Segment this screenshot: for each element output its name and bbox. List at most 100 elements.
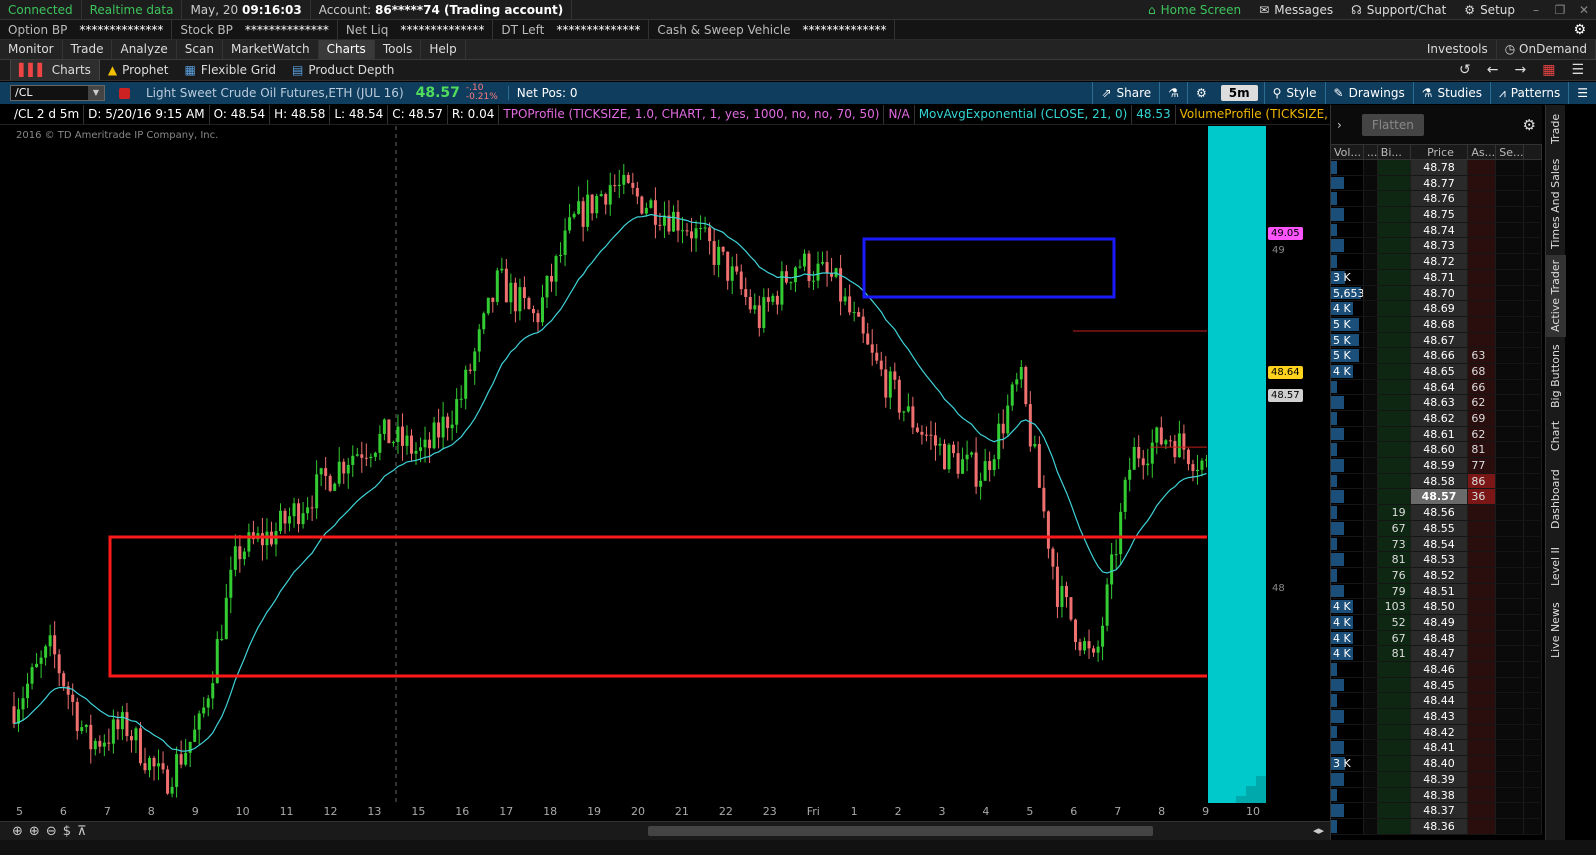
chart-scrollbar[interactable] bbox=[648, 826, 1153, 836]
ladder-ask[interactable]: 68 bbox=[1468, 363, 1497, 379]
ladder-bid[interactable] bbox=[1377, 207, 1411, 222]
ladder-ask[interactable] bbox=[1468, 332, 1497, 348]
ladder-sell[interactable] bbox=[1496, 238, 1525, 254]
ladder-bid[interactable] bbox=[1377, 473, 1411, 489]
ladder-sell[interactable] bbox=[1496, 316, 1525, 332]
ladder-sell[interactable] bbox=[1496, 426, 1525, 442]
header-ask[interactable]: As... bbox=[1468, 145, 1497, 159]
ladder-ask[interactable]: 81 bbox=[1468, 442, 1497, 458]
ladder-ask[interactable] bbox=[1468, 520, 1497, 536]
ladder-sell[interactable] bbox=[1496, 458, 1525, 473]
header-extra[interactable]: ... bbox=[1364, 145, 1378, 159]
ladder-bid[interactable]: 19 bbox=[1377, 505, 1411, 520]
ladder-sell[interactable] bbox=[1496, 536, 1525, 552]
layout-grid-icon[interactable]: ▦ bbox=[1542, 62, 1555, 78]
ladder-row[interactable]: 48.38 bbox=[1331, 787, 1542, 804]
ladder-sell[interactable] bbox=[1496, 583, 1525, 599]
ladder-ask[interactable] bbox=[1468, 316, 1497, 332]
ladder-sell[interactable] bbox=[1496, 332, 1525, 348]
ladder-sell[interactable] bbox=[1496, 599, 1525, 614]
ladder-bid[interactable]: 67 bbox=[1377, 520, 1411, 536]
ladder-row[interactable]: 48.58 86 bbox=[1331, 473, 1542, 490]
tab-marketwatch[interactable]: MarketWatch bbox=[223, 40, 319, 59]
ladder-sell[interactable] bbox=[1496, 552, 1525, 567]
ladder-ask[interactable] bbox=[1468, 285, 1497, 301]
ladder-sell[interactable] bbox=[1496, 411, 1525, 426]
ladder-ask[interactable] bbox=[1468, 160, 1497, 175]
ladder-ask[interactable] bbox=[1468, 771, 1497, 787]
ladder-sell[interactable] bbox=[1496, 677, 1525, 693]
ladder-row[interactable]: 48.61 62 bbox=[1331, 426, 1542, 443]
ladder-bid[interactable] bbox=[1377, 740, 1411, 756]
chart-settings-button[interactable]: ⚙ bbox=[1186, 82, 1215, 104]
ladder-ask[interactable] bbox=[1468, 301, 1497, 316]
gear-icon[interactable]: ⚙ bbox=[1573, 22, 1596, 38]
ladder-bid[interactable] bbox=[1377, 458, 1411, 473]
ladder-bid[interactable] bbox=[1377, 316, 1411, 332]
expand-arrows-icon[interactable]: ◂▸ bbox=[1313, 824, 1324, 837]
ladder-sell[interactable] bbox=[1496, 473, 1525, 489]
ladder-sell[interactable] bbox=[1496, 442, 1525, 458]
ladder-bid[interactable]: 67 bbox=[1377, 630, 1411, 646]
ladder-sell[interactable] bbox=[1496, 379, 1525, 395]
ladder-row[interactable]: 48.60 81 bbox=[1331, 442, 1542, 459]
ladder-sell[interactable] bbox=[1496, 709, 1525, 724]
tpo-profile-study[interactable]: TPOProfile (TICKSIZE, 1.0, CHART, 1, yes… bbox=[499, 105, 885, 124]
ladder-ask[interactable]: 66 bbox=[1468, 379, 1497, 395]
ladder-row[interactable]: 48.43 bbox=[1331, 709, 1542, 725]
candlestick-chart[interactable] bbox=[10, 126, 1207, 803]
patterns-button[interactable]: ⩘ Patterns bbox=[1490, 82, 1568, 104]
ladder-row[interactable]: 48.39 bbox=[1331, 771, 1542, 788]
ladder-ask[interactable] bbox=[1468, 505, 1497, 520]
tab-scan[interactable]: Scan bbox=[177, 40, 223, 59]
ladder-ask[interactable] bbox=[1468, 693, 1497, 709]
minimize-icon[interactable]: – bbox=[1524, 0, 1548, 19]
ladder-row[interactable]: 4 K 67 48.48 bbox=[1331, 630, 1542, 647]
subtab-product-depth[interactable]: ▤ Product Depth bbox=[284, 60, 402, 80]
ladder-sell[interactable] bbox=[1496, 160, 1525, 175]
ladder-ask[interactable] bbox=[1468, 803, 1497, 818]
ladder-ask[interactable]: 36 bbox=[1468, 489, 1497, 505]
ladder-sell[interactable] bbox=[1496, 567, 1525, 583]
ladder-ask[interactable] bbox=[1468, 614, 1497, 630]
ladder-bid[interactable] bbox=[1377, 332, 1411, 348]
ladder-sell[interactable] bbox=[1496, 191, 1525, 207]
header-bid[interactable]: Bi... bbox=[1378, 145, 1411, 159]
menu-icon[interactable]: ☰ bbox=[1568, 82, 1596, 104]
ladder-row[interactable]: 48.45 bbox=[1331, 677, 1542, 694]
ladder-sell[interactable] bbox=[1496, 756, 1525, 771]
ladder-ask[interactable] bbox=[1468, 818, 1497, 834]
subtab-flexible-grid[interactable]: ▦ Flexible Grid bbox=[177, 60, 285, 80]
ladder-ask[interactable] bbox=[1468, 630, 1497, 646]
ladder-row[interactable]: 48.77 bbox=[1331, 175, 1542, 192]
studies-button[interactable]: ⚗ Studies bbox=[1412, 82, 1490, 104]
ladder-ask[interactable] bbox=[1468, 207, 1497, 222]
subtab-prophet[interactable]: ▲ Prophet bbox=[100, 60, 177, 80]
tab-trade[interactable]: Trade bbox=[63, 40, 113, 59]
ladder-row[interactable]: 19 48.56 bbox=[1331, 505, 1542, 521]
ladder-ask[interactable] bbox=[1468, 191, 1497, 207]
ladder-sell[interactable] bbox=[1496, 505, 1525, 520]
ladder-bid[interactable] bbox=[1377, 175, 1411, 191]
drawing-tool-icon[interactable]: ⊼ bbox=[77, 824, 87, 839]
close-icon[interactable]: ✕ bbox=[1572, 0, 1596, 19]
ladder-bid[interactable] bbox=[1377, 363, 1411, 379]
ladder-bid[interactable] bbox=[1377, 489, 1411, 505]
pan-icon[interactable]: ⊕ bbox=[12, 824, 23, 839]
zoom-in-icon[interactable]: ⊕ bbox=[29, 824, 40, 839]
forward-arrow-icon[interactable]: → bbox=[1514, 62, 1526, 78]
header-price[interactable]: Price bbox=[1411, 145, 1469, 159]
ladder-sell[interactable] bbox=[1496, 818, 1525, 834]
ladder-row[interactable]: 81 48.53 bbox=[1331, 552, 1542, 568]
style-button[interactable]: ⚲ Style bbox=[1263, 82, 1325, 104]
ladder-sell[interactable] bbox=[1496, 269, 1525, 285]
tab-investools[interactable]: Investools bbox=[1419, 40, 1497, 59]
back-arrow-icon[interactable]: ← bbox=[1487, 62, 1499, 78]
ladder-row[interactable]: 48.59 77 bbox=[1331, 458, 1542, 474]
ladder-bid[interactable] bbox=[1377, 348, 1411, 363]
ladder-sell[interactable] bbox=[1496, 348, 1525, 363]
ladder-sell[interactable] bbox=[1496, 489, 1525, 505]
ladder-sell[interactable] bbox=[1496, 693, 1525, 709]
tab-analyze[interactable]: Analyze bbox=[112, 40, 177, 59]
ladder-row[interactable]: 4 K 52 48.49 bbox=[1331, 614, 1542, 631]
